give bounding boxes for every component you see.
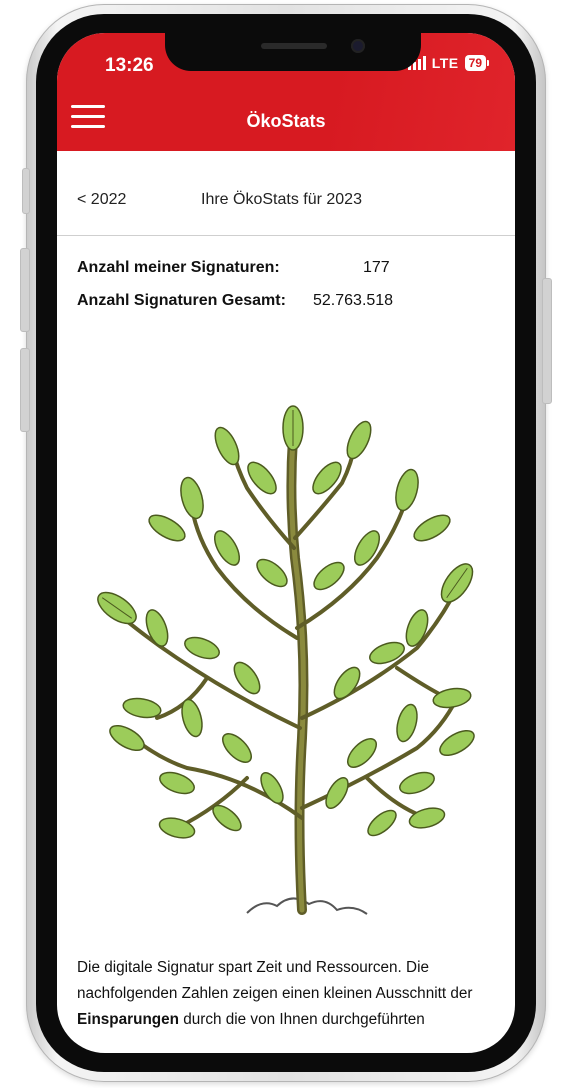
year-title: Ihre ÖkoStats für 2023 bbox=[201, 191, 362, 208]
mute-switch bbox=[22, 168, 30, 214]
battery-icon: 79 bbox=[464, 55, 489, 71]
tree-illustration bbox=[97, 405, 475, 915]
app-title: ÖkoStats bbox=[246, 111, 326, 131]
status-indicators: LTE 79 bbox=[407, 55, 489, 71]
description-bold: Einsparungen bbox=[77, 1011, 179, 1028]
my-signatures-row: Anzahl meiner Signaturen: 177 bbox=[77, 259, 390, 277]
my-signatures-label: Anzahl meiner Signaturen: bbox=[77, 259, 280, 276]
phone-screen: 13:26 LTE 79 ÖkoStats < 2022 Ihre ÖkoSta… bbox=[57, 33, 515, 1053]
notch bbox=[165, 33, 421, 71]
power-button bbox=[542, 278, 552, 404]
total-signatures-label: Anzahl Signaturen Gesamt: bbox=[77, 292, 286, 309]
previous-year-link[interactable]: < 2022 bbox=[77, 191, 126, 209]
volume-up-button bbox=[20, 248, 30, 332]
volume-down-button bbox=[20, 348, 30, 432]
year-navigation: < 2022 Ihre ÖkoStats für 2023 bbox=[57, 151, 515, 236]
status-time: 13:26 bbox=[105, 55, 154, 76]
total-signatures-row: Anzahl Signaturen Gesamt: 52.763.518 bbox=[77, 292, 393, 310]
front-camera bbox=[351, 39, 365, 53]
speaker-grille bbox=[261, 43, 327, 49]
battery-level: 79 bbox=[464, 55, 486, 71]
description-part-1: Die digitale Signatur spart Zeit und Res… bbox=[77, 959, 473, 1002]
description-text: Die digitale Signatur spart Zeit und Res… bbox=[77, 955, 507, 1033]
description-part-2: durch die von Ihnen durchgeführten bbox=[179, 1011, 425, 1028]
network-label: LTE bbox=[431, 55, 459, 71]
my-signatures-value: 177 bbox=[363, 259, 390, 276]
total-signatures-value: 52.763.518 bbox=[313, 292, 394, 309]
